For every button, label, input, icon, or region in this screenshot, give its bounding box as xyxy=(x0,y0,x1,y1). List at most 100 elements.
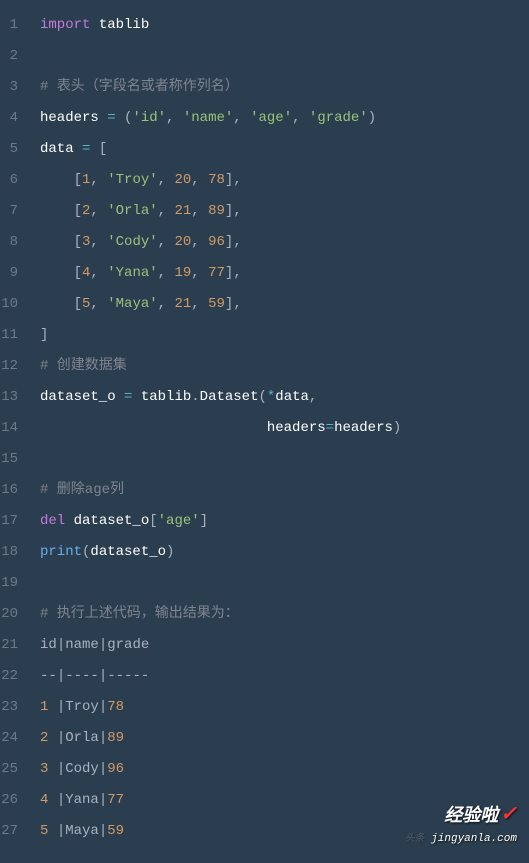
output-grade: 77 xyxy=(107,792,124,808)
code-line[interactable]: headers = ('id', 'name', 'age', 'grade') xyxy=(40,103,529,134)
number: 77 xyxy=(208,265,225,281)
string: 'Yana' xyxy=(107,265,157,281)
identifier: data xyxy=(275,389,309,405)
code-line[interactable]: 1 |Troy|78 xyxy=(40,692,529,723)
identifier: headers xyxy=(40,110,99,126)
comment: # 创建数据集 xyxy=(40,358,127,374)
line-number: 3 xyxy=(0,72,24,103)
code-line[interactable]: # 删除age列 xyxy=(40,475,529,506)
number: 21 xyxy=(174,203,191,219)
output-header: name xyxy=(65,637,99,653)
paren: ) xyxy=(166,544,174,560)
pipe: | xyxy=(99,792,107,808)
comma: , xyxy=(233,172,241,188)
output-grade: 59 xyxy=(107,823,124,839)
line-number: 23 xyxy=(0,692,24,723)
code-line[interactable]: headers=headers) xyxy=(40,413,529,444)
code-area[interactable]: import tablib # 表头（字段名或者称作列名） headers = … xyxy=(32,0,529,863)
bracket: [ xyxy=(74,265,82,281)
line-number: 25 xyxy=(0,754,24,785)
output-header: id xyxy=(40,637,57,653)
code-line[interactable]: dataset_o = tablib.Dataset(*data, xyxy=(40,382,529,413)
bracket: ] xyxy=(40,327,48,343)
code-line[interactable]: 2 |Orla|89 xyxy=(40,723,529,754)
pipe: | xyxy=(99,637,107,653)
dash: -- xyxy=(40,668,57,684)
code-line[interactable]: --|----|----- xyxy=(40,661,529,692)
pipe: | xyxy=(57,792,65,808)
pipe: | xyxy=(99,823,107,839)
keyword-import: import xyxy=(40,17,90,33)
watermark-toutiao: 头条 xyxy=(405,834,425,845)
watermark-url: 头条 jingyanla.com xyxy=(405,829,517,845)
bracket: [ xyxy=(74,234,82,250)
code-line[interactable]: [3, 'Cody', 20, 96], xyxy=(40,227,529,258)
operator-eq: = xyxy=(326,420,334,436)
number: 59 xyxy=(208,296,225,312)
comma: , xyxy=(233,234,241,250)
identifier: dataset_o xyxy=(90,544,166,560)
line-number: 19 xyxy=(0,568,24,599)
code-line[interactable] xyxy=(40,568,529,599)
string: 'Troy' xyxy=(107,172,157,188)
code-line[interactable]: 3 |Cody|96 xyxy=(40,754,529,785)
code-line[interactable]: # 表头（字段名或者称作列名） xyxy=(40,72,529,103)
pipe: | xyxy=(57,730,65,746)
string: 'id' xyxy=(132,110,166,126)
code-line[interactable]: ] xyxy=(40,320,529,351)
identifier: headers xyxy=(334,420,393,436)
line-number: 1 xyxy=(0,10,24,41)
line-number: 26 xyxy=(0,785,24,816)
output-grade: 96 xyxy=(107,761,124,777)
comma: , xyxy=(158,203,166,219)
string: 'Cody' xyxy=(107,234,157,250)
line-number: 9 xyxy=(0,258,24,289)
line-gutter: 1 2 3 4 5 6 7 8 9 10 11 12 13 14 15 16 1… xyxy=(0,0,32,863)
bracket: [ xyxy=(74,172,82,188)
code-line[interactable] xyxy=(40,444,529,475)
code-line[interactable]: print(dataset_o) xyxy=(40,537,529,568)
code-editor[interactable]: 1 2 3 4 5 6 7 8 9 10 11 12 13 14 15 16 1… xyxy=(0,0,529,863)
line-number: 10 xyxy=(0,289,24,320)
number: 96 xyxy=(208,234,225,250)
code-line[interactable]: [5, 'Maya', 21, 59], xyxy=(40,289,529,320)
number: 78 xyxy=(208,172,225,188)
string: 'age' xyxy=(250,110,292,126)
watermark: 经验啦 ✓ 头条 jingyanla.com xyxy=(405,801,517,845)
code-line[interactable]: del dataset_o['age'] xyxy=(40,506,529,537)
watermark-text: 经验啦 xyxy=(444,801,498,827)
output-name: Troy xyxy=(65,699,99,715)
string: 'grade' xyxy=(309,110,368,126)
space xyxy=(48,761,56,777)
code-line[interactable]: [1, 'Troy', 20, 78], xyxy=(40,165,529,196)
comma: , xyxy=(191,172,199,188)
code-line[interactable] xyxy=(40,41,529,72)
operator-eq: = xyxy=(107,110,115,126)
paren: ( xyxy=(258,389,266,405)
code-line[interactable]: id|name|grade xyxy=(40,630,529,661)
number: 20 xyxy=(174,234,191,250)
dash: ---- xyxy=(65,668,99,684)
number: 20 xyxy=(174,172,191,188)
module-ref: tablib xyxy=(141,389,191,405)
code-line[interactable]: # 创建数据集 xyxy=(40,351,529,382)
string: 'name' xyxy=(183,110,233,126)
line-number: 15 xyxy=(0,444,24,475)
output-grade: 89 xyxy=(107,730,124,746)
code-line[interactable]: import tablib xyxy=(40,10,529,41)
string: 'age' xyxy=(158,513,200,529)
code-line[interactable]: data = [ xyxy=(40,134,529,165)
bracket: [ xyxy=(149,513,157,529)
line-number: 21 xyxy=(0,630,24,661)
code-line[interactable]: [2, 'Orla', 21, 89], xyxy=(40,196,529,227)
comma: , xyxy=(90,234,98,250)
dash: ----- xyxy=(107,668,149,684)
code-line[interactable]: [4, 'Yana', 19, 77], xyxy=(40,258,529,289)
comma: , xyxy=(191,234,199,250)
operator-eq: = xyxy=(82,141,90,157)
dot: . xyxy=(191,389,199,405)
code-line[interactable]: # 执行上述代码，输出结果为： xyxy=(40,599,529,630)
line-number: 24 xyxy=(0,723,24,754)
bracket: [ xyxy=(74,296,82,312)
bracket: [ xyxy=(74,203,82,219)
